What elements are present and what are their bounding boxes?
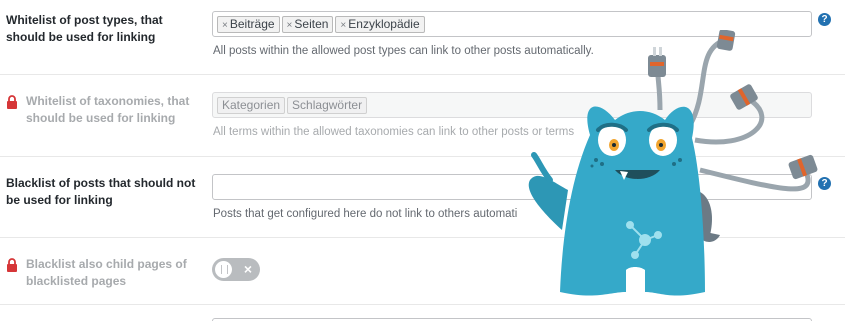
child-pages-blacklist-label: Blacklist also child pages of blackliste… — [6, 256, 196, 290]
toggle-knob — [215, 261, 232, 278]
monster-mascot-illustration — [528, 30, 818, 296]
child-pages-label-text: Blacklist also child pages of blackliste… — [26, 257, 187, 288]
cable-plug-icon — [648, 47, 666, 77]
tag-chip[interactable]: × Beiträge — [217, 16, 280, 33]
settings-page: Whitelist of post types, that should be … — [0, 0, 845, 321]
tag-chip[interactable]: × Seiten — [281, 16, 334, 33]
tag-label: Beiträge — [229, 17, 275, 31]
remove-tag-icon[interactable]: × — [287, 20, 293, 31]
tag-label: Seiten — [294, 17, 329, 31]
child-pages-toggle[interactable]: × — [212, 258, 260, 281]
tag-chip: Kategorien — [217, 97, 286, 114]
tag-label: Enzyklopädie — [348, 17, 420, 31]
tag-label: Kategorien — [222, 98, 281, 112]
posts-blacklist-label: Blacklist of posts that should not be us… — [6, 176, 196, 207]
toggle-off-icon: × — [243, 261, 252, 277]
taxonomies-whitelist-label: Whitelist of taxonomies, that should be … — [6, 93, 196, 127]
taxonomies-label-text: Whitelist of taxonomies, that should be … — [26, 94, 190, 125]
cable-plug-icon — [788, 154, 818, 180]
lock-icon — [7, 95, 17, 109]
posts-blacklist-help-text: Posts that get configured here do not li… — [213, 208, 518, 220]
cable-plug-icon — [716, 30, 736, 51]
question-circle-icon[interactable]: ? — [818, 13, 831, 26]
lock-icon — [7, 258, 17, 272]
tag-label: Schlagwörter — [292, 98, 363, 112]
remove-tag-icon[interactable]: × — [340, 20, 346, 31]
tag-chip[interactable]: × Enzyklopädie — [335, 16, 425, 33]
post-types-whitelist-label: Whitelist of post types, that should be … — [6, 13, 163, 44]
remove-tag-icon[interactable]: × — [222, 20, 228, 31]
tag-chip: Schlagwörter — [287, 97, 368, 114]
